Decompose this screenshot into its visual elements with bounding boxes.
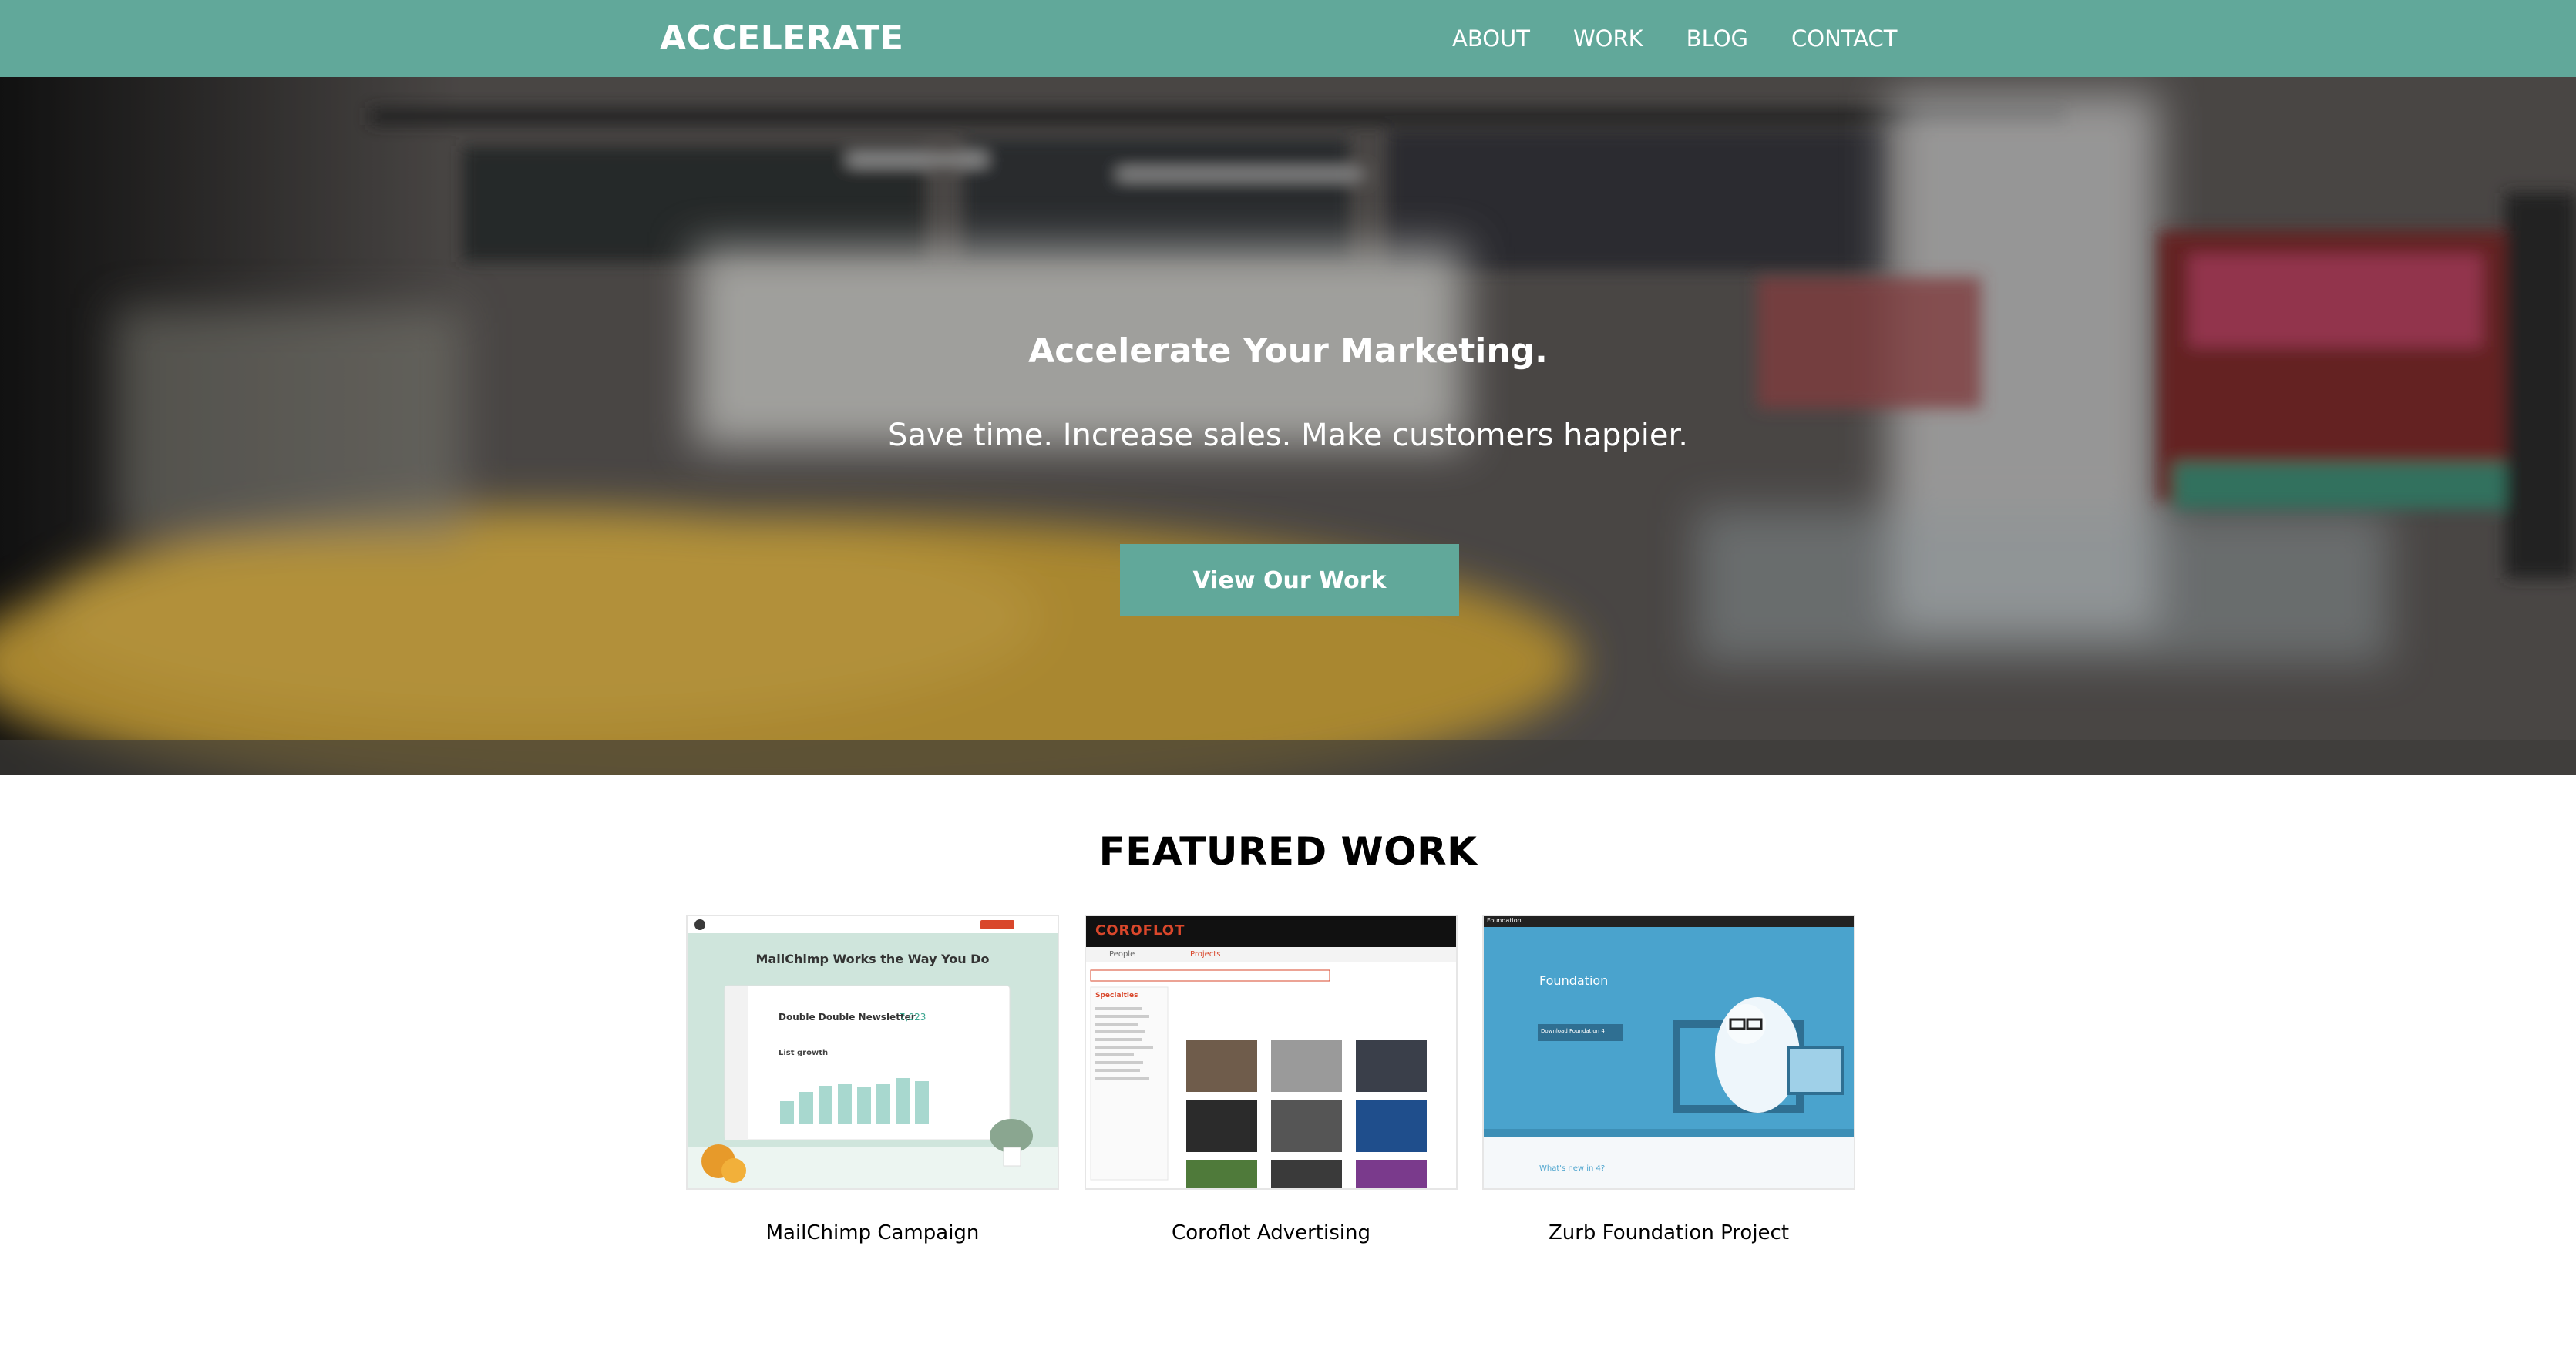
foundation-brand: Foundation [1487, 917, 1522, 924]
foundation-download-button: Download Foundation 4 [1541, 1028, 1605, 1034]
mailchimp-count: 7,023 [900, 1012, 926, 1023]
coroflot-tab-people: People [1109, 950, 1135, 959]
view-our-work-button[interactable]: View Our Work [1120, 544, 1459, 616]
foundation-headline: Foundation [1539, 973, 1609, 988]
foundation-caption[interactable]: Zurb Foundation Project [1482, 1221, 1855, 1245]
work-card-mailchimp[interactable]: MailChimp Works the Way You Do Double Do… [686, 915, 1059, 1245]
coroflot-caption[interactable]: Coroflot Advertising [1085, 1221, 1458, 1245]
mailchimp-thumbnail[interactable]: MailChimp Works the Way You Do Double Do… [686, 915, 1059, 1190]
mailchimp-list-name: Double Double Newsletter [779, 1012, 916, 1023]
featured-work-heading: FEATURED WORK [1098, 829, 1478, 874]
nav-about-link[interactable]: ABOUT [1452, 15, 1530, 62]
top-navbar: ACCELERATE ABOUT WORK BLOG CONTACT [0, 0, 2576, 77]
nav-contact-link[interactable]: CONTACT [1791, 15, 1898, 62]
work-card-foundation[interactable]: Foundation Foundation Download Foundatio… [1482, 915, 1855, 1245]
coroflot-logo: COROFLOT [1095, 922, 1185, 939]
hero-banner: Accelerate Your Marketing. Save time. In… [0, 77, 2576, 775]
coroflot-tab-projects: Projects [1190, 950, 1221, 959]
nav-work-link[interactable]: WORK [1573, 15, 1643, 62]
mailchimp-caption[interactable]: MailChimp Campaign [686, 1221, 1059, 1245]
foundation-screenshot [1484, 916, 1854, 1188]
main-nav: ABOUT WORK BLOG CONTACT [1452, 15, 1898, 62]
work-card-coroflot[interactable]: COROFLOT People Projects Specialties Cor… [1085, 915, 1458, 1245]
nav-blog-link[interactable]: BLOG [1687, 15, 1748, 62]
mailchimp-headline: MailChimp Works the Way You Do [755, 952, 990, 966]
coroflot-sidebar-title: Specialties [1095, 992, 1138, 999]
site-logo[interactable]: ACCELERATE [660, 15, 903, 62]
hero-title: Accelerate Your Marketing. [1028, 331, 1548, 371]
foundation-footer-text: What's new in 4? [1539, 1164, 1606, 1173]
mailchimp-chart-label: List growth [779, 1049, 829, 1057]
foundation-thumbnail[interactable]: Foundation Foundation Download Foundatio… [1482, 915, 1855, 1190]
coroflot-thumbnail[interactable]: COROFLOT People Projects Specialties [1085, 915, 1458, 1190]
hero-subtitle: Save time. Increase sales. Make customer… [888, 418, 1688, 453]
coroflot-screenshot [1086, 916, 1456, 1188]
